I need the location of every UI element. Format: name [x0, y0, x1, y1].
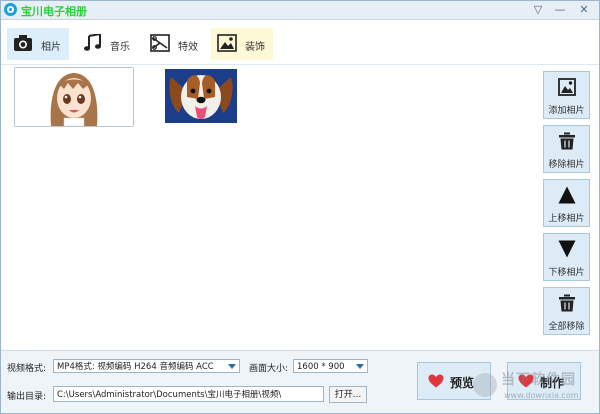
move-down-label: 下移相片 [548, 268, 585, 278]
heart-icon [428, 374, 444, 388]
chevron-down-icon [356, 364, 364, 369]
add-photo-label: 添加相片 [548, 106, 585, 116]
open-folder-button[interactable]: 打开... [329, 386, 367, 403]
frame-size-label: 画面大小: [249, 364, 289, 374]
photo-list[interactable] [7, 65, 535, 345]
frame-size-select[interactable]: 1600 * 900 [293, 359, 368, 373]
arrow-up-icon [558, 186, 576, 204]
dog-photo [165, 69, 237, 123]
trash-icon [559, 132, 575, 150]
add-photo-button[interactable]: 添加相片 [543, 71, 590, 119]
watermark-url: www.downxia.com [504, 391, 579, 400]
clapperboard-icon [150, 34, 170, 52]
video-format-select[interactable]: MP4格式: 视频编码 H264 音频编码 ACC [53, 359, 240, 373]
arrow-down-icon [558, 240, 576, 258]
tab-music[interactable]: 音乐 [76, 28, 138, 60]
music-note-icon [84, 34, 101, 51]
output-dir-label: 输出目录: [7, 392, 47, 402]
output-dir-value: C:\Users\Administrator\Documents\宝川电子相册\… [57, 390, 282, 400]
move-up-label: 上移相片 [548, 214, 585, 224]
tab-effects[interactable]: 特效 [144, 28, 206, 60]
remove-photo-button[interactable]: 移除相片 [543, 125, 590, 173]
menu-icon[interactable]: ▽ [529, 2, 547, 17]
move-down-button[interactable]: 下移相片 [543, 233, 590, 281]
minimize-icon[interactable]: — [551, 2, 569, 17]
window-title: 宝川电子相册 [21, 5, 87, 18]
remove-all-label: 全部移除 [548, 322, 585, 332]
chevron-down-icon [228, 364, 236, 369]
app-window: 宝川电子相册 ▽ — ✕ 相片 音乐 特效 装饰 添加相片 移除相片 上移相片 … [0, 0, 600, 414]
anime-girl-photo [15, 68, 133, 127]
video-format-label: 视频格式: [7, 364, 47, 374]
app-logo-icon [4, 3, 17, 16]
photo-thumbnail[interactable] [165, 69, 237, 123]
trash-all-icon [559, 294, 575, 312]
camera-icon [14, 35, 32, 51]
tab-music-label: 音乐 [110, 42, 130, 53]
close-icon[interactable]: ✕ [575, 2, 593, 17]
watermark-text: 当下软件园 [501, 372, 576, 388]
photo-thumbnail[interactable] [14, 67, 134, 127]
frame-size-value: 1600 * 900 [297, 362, 345, 372]
tab-effects-label: 特效 [178, 42, 198, 53]
tab-photos[interactable]: 相片 [7, 28, 69, 60]
tab-decorations-label: 装饰 [245, 42, 265, 53]
title-bar[interactable]: 宝川电子相册 ▽ — ✕ [1, 1, 599, 20]
picture-icon [217, 34, 237, 52]
output-dir-input[interactable]: C:\Users\Administrator\Documents\宝川电子相册\… [53, 386, 324, 402]
tab-bar: 相片 音乐 特效 装饰 [1, 20, 599, 65]
tab-photos-label: 相片 [41, 42, 61, 53]
watermark-logo [473, 373, 497, 397]
video-format-value: MP4格式: 视频编码 H264 音频编码 ACC [57, 362, 214, 372]
remove-all-button[interactable]: 全部移除 [543, 287, 590, 335]
move-up-button[interactable]: 上移相片 [543, 179, 590, 227]
image-add-icon [558, 78, 576, 96]
tab-decorations[interactable]: 装饰 [211, 28, 273, 60]
preview-label: 预览 [450, 376, 475, 390]
remove-photo-label: 移除相片 [548, 160, 585, 170]
